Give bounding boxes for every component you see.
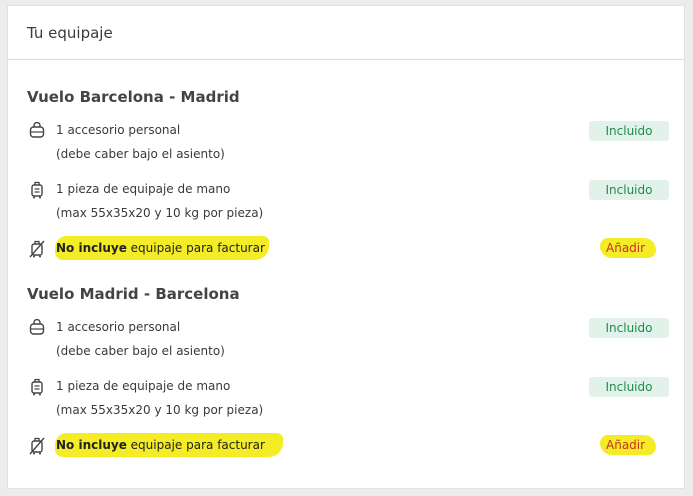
flight-outbound: Vuelo Barcelona - Madrid 1 accesorio per… xyxy=(27,87,669,260)
item-detail: (debe caber bajo el asiento) xyxy=(56,344,225,358)
add-checked-luggage-link[interactable]: Añadir xyxy=(606,240,645,256)
add-checked-luggage-link[interactable]: Añadir xyxy=(606,437,645,453)
item-label: 1 pieza de equipaje de mano xyxy=(56,379,231,393)
item-label: 1 accesorio personal xyxy=(56,320,181,334)
item-label: 1 pieza de equipaje de mano xyxy=(56,182,231,196)
no-checked-luggage-icon xyxy=(29,240,45,258)
flight-return: Vuelo Madrid - Barcelona 1 accesorio per… xyxy=(27,284,669,457)
not-included-text: No incluye equipaje para facturar xyxy=(56,437,265,453)
not-included-rest: equipaje para facturar xyxy=(126,438,265,452)
card-header: Tu equipaje xyxy=(8,6,684,60)
included-badge: Incluido xyxy=(589,377,669,397)
luggage-card: Tu equipaje Vuelo Barcelona - Madrid 1 a… xyxy=(7,5,685,489)
item-detail: (debe caber bajo el asiento) xyxy=(56,147,225,161)
included-badge: Incluido xyxy=(589,180,669,200)
item-detail: (max 55x35x20 y 10 kg por pieza) xyxy=(56,403,264,417)
cabin-luggage-icon xyxy=(31,181,43,199)
cabin-luggage-icon xyxy=(31,378,43,396)
included-badge: Incluido xyxy=(589,318,669,338)
flight-title: Vuelo Barcelona - Madrid xyxy=(27,88,240,106)
item-label: 1 accesorio personal xyxy=(56,123,181,137)
not-included-bold: No incluye xyxy=(56,438,127,452)
item-detail: (max 55x35x20 y 10 kg por pieza) xyxy=(56,206,264,220)
section-title: Tu equipaje xyxy=(27,23,113,42)
included-badge: Incluido xyxy=(589,121,669,141)
flight-title: Vuelo Madrid - Barcelona xyxy=(27,285,240,303)
not-included-text: No incluye equipaje para facturar xyxy=(56,240,265,256)
personal-bag-icon xyxy=(29,122,45,138)
no-checked-luggage-icon xyxy=(29,437,45,455)
not-included-rest: equipaje para facturar xyxy=(126,241,265,255)
not-included-bold: No incluye xyxy=(56,241,127,255)
personal-bag-icon xyxy=(29,319,45,335)
